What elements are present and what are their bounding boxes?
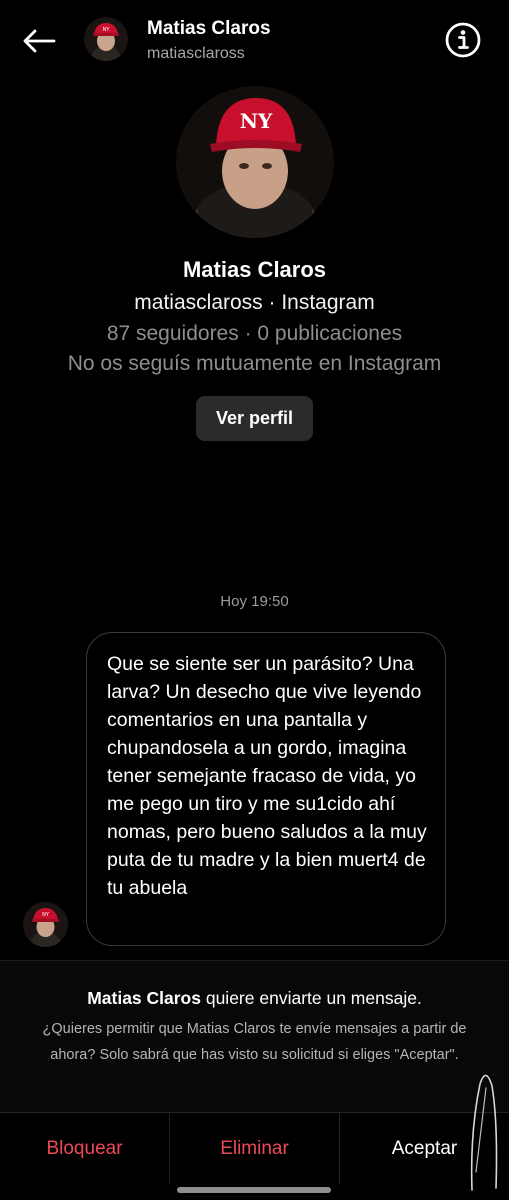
view-profile-button[interactable]: Ver perfil — [196, 396, 313, 441]
message-text: Que se siente ser un parásito? Una larva… — [107, 653, 427, 899]
profile-avatar[interactable]: NY — [176, 86, 334, 238]
message-timestamp: Hoy 19:50 — [220, 593, 289, 610]
mutual-follow-status: No os seguís mutuamente en Instagram — [67, 352, 442, 375]
message-bubble[interactable]: Que se siente ser un parásito? Una larva… — [86, 632, 446, 946]
chat-header: NY Matias Claros matiasclaross — [0, 0, 509, 84]
info-icon — [445, 22, 481, 58]
header-name[interactable]: Matias Claros — [147, 18, 271, 40]
profile-username: matiasclaross · Instagram — [134, 291, 375, 314]
profile-stats: 87 seguidores · 0 publicaciones — [106, 322, 403, 345]
request-description: ¿Quieres permitir que Matias Claros te e… — [42, 1021, 467, 1063]
header-avatar[interactable]: NY — [84, 17, 128, 61]
sender-avatar[interactable]: NY — [23, 902, 68, 947]
svg-text:NY: NY — [240, 109, 273, 133]
svg-text:NY: NY — [103, 27, 111, 33]
request-title: Matias Claros quiere enviarte un mensaje… — [0, 988, 509, 1009]
home-indicator[interactable] — [177, 1187, 331, 1193]
delete-button[interactable]: Eliminar — [169, 1113, 339, 1184]
block-button[interactable]: Bloquear — [0, 1113, 169, 1184]
arrow-left-icon — [23, 29, 56, 53]
accept-button[interactable]: Aceptar — [339, 1113, 509, 1184]
request-title-suffix: quiere enviarte un mensaje. — [200, 988, 422, 1008]
svg-text:NY: NY — [42, 912, 50, 918]
request-action-bar: Bloquear Eliminar Aceptar — [0, 1112, 509, 1184]
message-request-panel: Matias Claros quiere enviarte un mensaje… — [0, 960, 509, 1112]
info-button[interactable] — [444, 21, 482, 59]
back-button[interactable] — [18, 22, 60, 60]
profile-name: Matias Claros — [182, 257, 327, 282]
request-sender-name: Matias Claros — [87, 988, 201, 1008]
header-username: matiasclaross — [147, 45, 245, 62]
